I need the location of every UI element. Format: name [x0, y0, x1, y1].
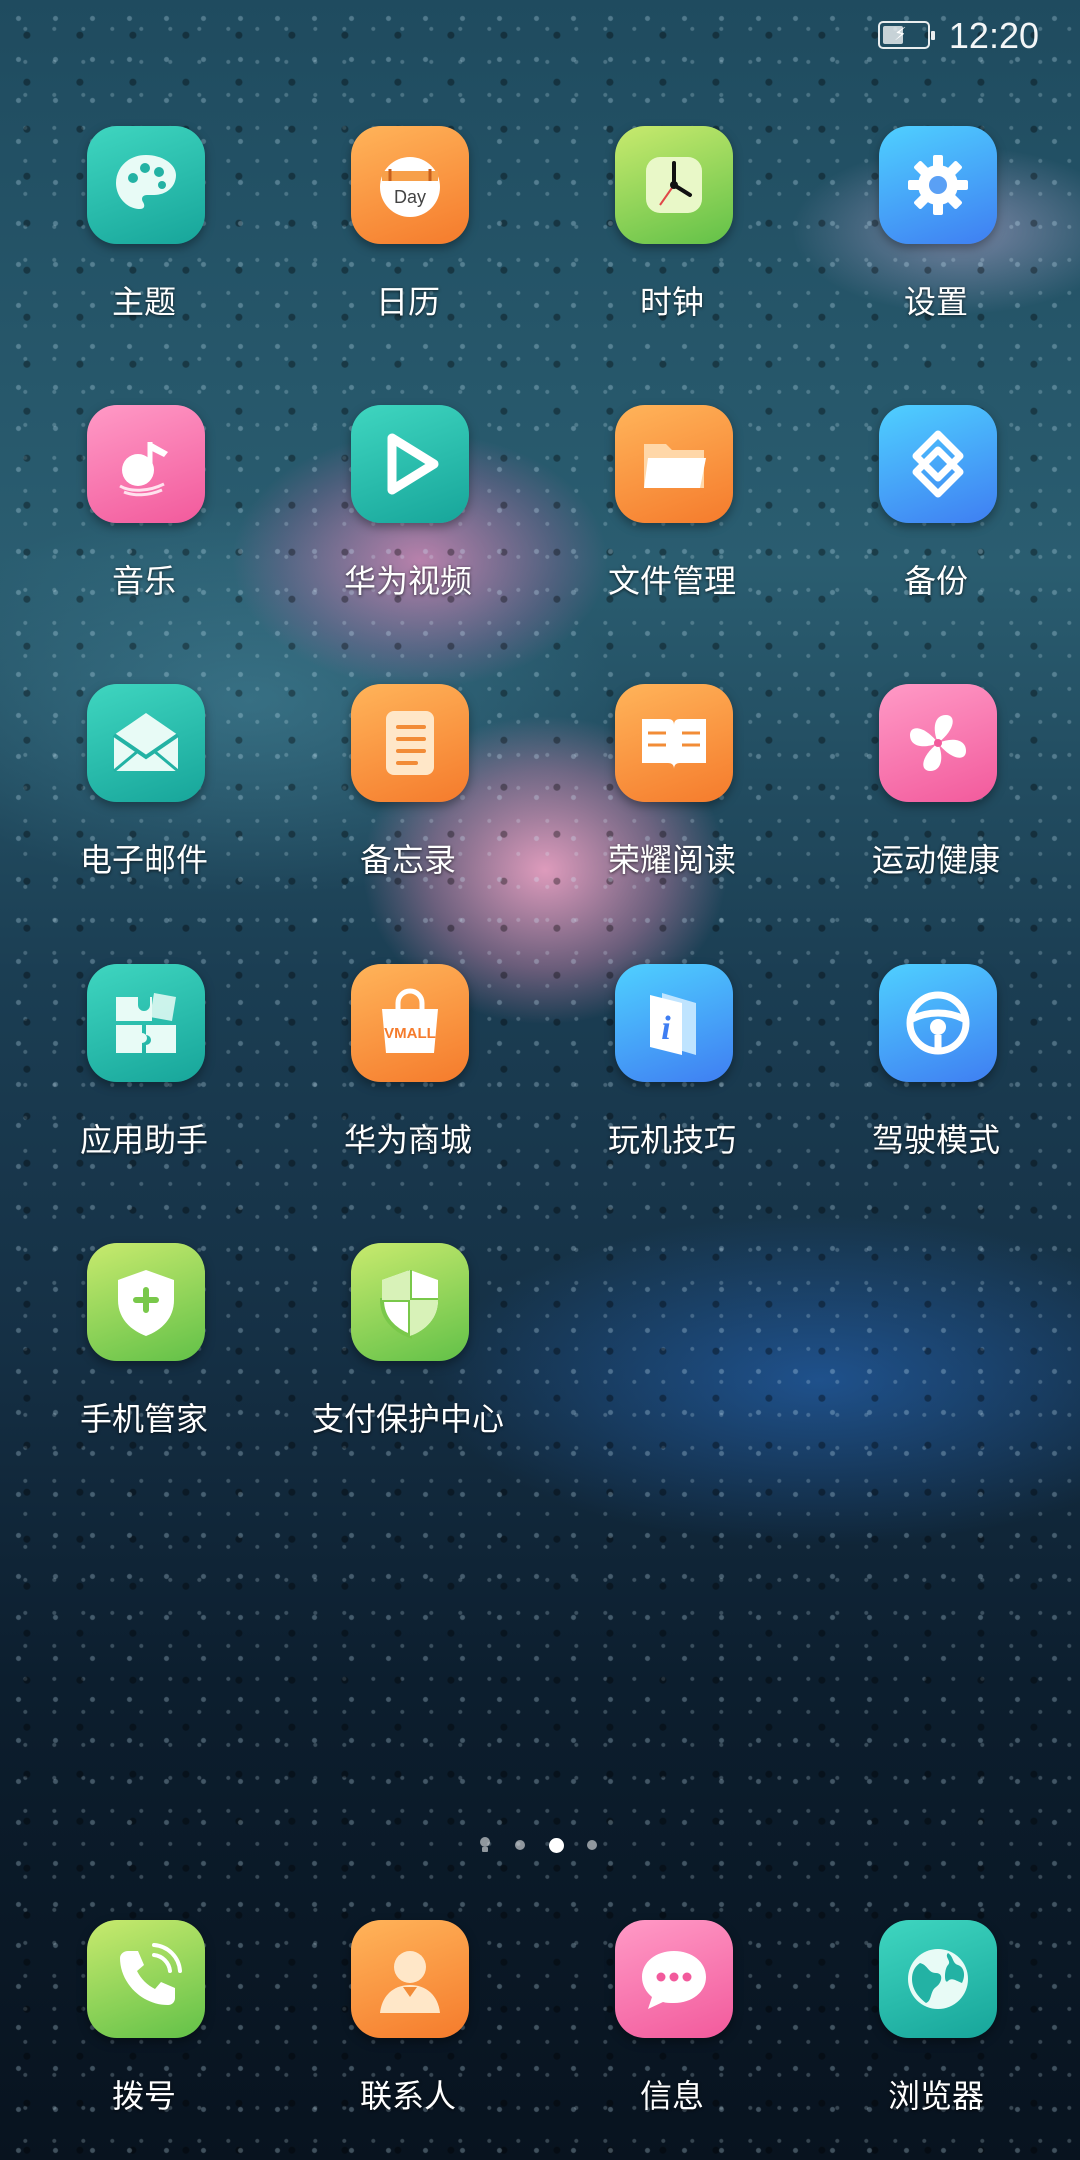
page-dot-active[interactable]: [549, 1838, 564, 1853]
app-label: 电子邮件: [79, 841, 208, 879]
info-letter: i: [661, 1010, 671, 1047]
puzzle-icon: [87, 964, 205, 1082]
dock-messages[interactable]: 信息: [540, 1920, 804, 2120]
video-play-icon: [351, 405, 469, 523]
app-label: 文件管理: [607, 562, 736, 600]
palette-icon: [87, 126, 205, 244]
battery-charging-icon: ⚡: [878, 21, 935, 49]
app-music[interactable]: 音乐: [12, 405, 276, 605]
dock-contacts[interactable]: 联系人: [276, 1920, 540, 2120]
app-label: 音乐: [111, 562, 176, 600]
envelope-icon: [87, 684, 205, 802]
app-huawei-video[interactable]: 华为视频: [276, 405, 540, 605]
book-icon: [615, 684, 733, 802]
shield-plus-icon: [87, 1243, 205, 1361]
message-icon: [615, 1920, 733, 2038]
app-file-manager[interactable]: 文件管理: [540, 405, 804, 605]
app-label: 玩机技巧: [607, 1121, 736, 1159]
contact-icon: [351, 1920, 469, 2038]
calendar-day-text: Day: [394, 187, 426, 207]
app-label: 运动健康: [871, 841, 1000, 879]
app-backup[interactable]: 备份: [804, 405, 1068, 605]
app-label: 设置: [903, 283, 968, 321]
backup-icon: [879, 405, 997, 523]
dock-browser[interactable]: 浏览器: [804, 1920, 1068, 2120]
app-settings[interactable]: 设置: [804, 126, 1068, 326]
music-note-icon: [87, 405, 205, 523]
notepad-icon: [351, 684, 469, 802]
app-email[interactable]: 电子邮件: [12, 684, 276, 884]
pinwheel-icon: [879, 684, 997, 802]
page-dot[interactable]: [587, 1840, 597, 1850]
calendar-icon: Day: [351, 126, 469, 244]
shopping-bag-icon: VMALL: [351, 964, 469, 1082]
dock-dialer[interactable]: 拨号: [12, 1920, 276, 2120]
app-label: 应用助手: [79, 1121, 208, 1159]
app-vmall[interactable]: VMALL 华为商城: [276, 964, 540, 1164]
phone-icon: [87, 1920, 205, 2038]
clock-icon: [615, 126, 733, 244]
app-payment-protection[interactable]: 支付保护中心: [276, 1243, 540, 1443]
shield-icon: [351, 1243, 469, 1361]
app-label: 信息: [639, 2077, 704, 2115]
app-calendar[interactable]: Day 日历: [276, 126, 540, 326]
app-label: 华为视频: [343, 562, 472, 600]
bulb-icon: [480, 1837, 490, 1852]
app-label: 备忘录: [359, 841, 456, 879]
status-time: 12:20: [948, 15, 1039, 56]
app-honor-reading[interactable]: 荣耀阅读: [540, 684, 804, 884]
app-theme[interactable]: 主题: [12, 126, 276, 326]
globe-icon: [879, 1920, 997, 2038]
app-label: 联系人: [359, 2077, 456, 2115]
app-label: 华为商城: [343, 1121, 472, 1159]
app-label: 备份: [903, 562, 968, 600]
status-bar: ⚡ 12:20: [0, 0, 1080, 72]
vmall-text: VMALL: [384, 1025, 436, 1042]
app-label: 浏览器: [887, 2077, 984, 2115]
folder-icon: [615, 405, 733, 523]
app-phone-manager[interactable]: 手机管家: [12, 1243, 276, 1443]
app-label: 荣耀阅读: [607, 841, 736, 879]
app-label: 驾驶模式: [871, 1121, 1000, 1159]
app-label: 支付保护中心: [311, 1400, 504, 1438]
app-driving-mode[interactable]: 驾驶模式: [804, 964, 1068, 1164]
app-tips[interactable]: i 玩机技巧: [540, 964, 804, 1164]
app-notepad[interactable]: 备忘录: [276, 684, 540, 884]
gear-icon: [879, 126, 997, 244]
app-clock[interactable]: 时钟: [540, 126, 804, 326]
app-label: 日历: [375, 283, 440, 321]
page-indicator[interactable]: [0, 1836, 1080, 1854]
app-health[interactable]: 运动健康: [804, 684, 1068, 884]
steering-wheel-icon: [879, 964, 997, 1082]
info-icon: i: [615, 964, 733, 1082]
app-label: 手机管家: [79, 1400, 208, 1438]
app-label: 拨号: [111, 2077, 176, 2115]
app-label: 时钟: [639, 283, 704, 321]
app-app-assistant[interactable]: 应用助手: [12, 964, 276, 1164]
app-label: 主题: [111, 283, 176, 321]
page-dot[interactable]: [515, 1840, 525, 1850]
